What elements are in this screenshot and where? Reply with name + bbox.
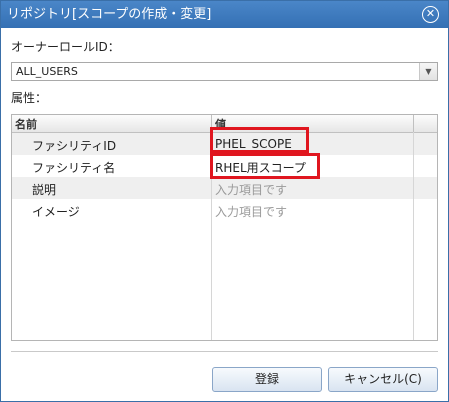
- column-divider[interactable]: [413, 115, 414, 132]
- close-icon[interactable]: ✕: [422, 6, 439, 23]
- column-gridline: [211, 132, 212, 340]
- row-name: 説明: [32, 183, 57, 197]
- row-name: ファシリティID: [32, 139, 117, 153]
- table-row[interactable]: 説明 入力項目です: [12, 177, 437, 199]
- table-row[interactable]: ファシリティ名 RHEL用スコープ: [12, 155, 437, 177]
- row-value-placeholder[interactable]: 入力項目です: [215, 181, 287, 198]
- column-gridline: [413, 132, 414, 340]
- table-row[interactable]: イメージ 入力項目です: [12, 199, 437, 221]
- row-name: ファシリティ名: [32, 161, 116, 175]
- column-header-name[interactable]: 名前: [15, 116, 37, 132]
- row-value[interactable]: PHEL_SCOPE: [215, 137, 292, 151]
- table-header: 名前 値: [12, 115, 437, 133]
- row-value[interactable]: RHEL用スコープ: [215, 159, 306, 176]
- owner-role-value: ALL_USERS: [16, 65, 78, 78]
- column-divider[interactable]: [211, 115, 212, 132]
- scope-dialog: リポジトリ[スコープの作成・変更] ✕ オーナーロールID： ALL_USERS…: [0, 0, 449, 402]
- attributes-label: 属性：: [11, 91, 48, 105]
- owner-role-select[interactable]: ALL_USERS ▼: [11, 62, 438, 81]
- row-value-placeholder[interactable]: 入力項目です: [215, 203, 287, 220]
- row-name: イメージ: [32, 205, 80, 219]
- register-button[interactable]: 登録: [212, 367, 322, 392]
- cancel-button[interactable]: キャンセル(C): [328, 367, 438, 392]
- attributes-table: 名前 値 ファシリティID PHEL_SCOPE ファシリティ名 RHEL用スコ…: [11, 114, 438, 341]
- column-header-value[interactable]: 値: [215, 116, 226, 132]
- table-row[interactable]: ファシリティID PHEL_SCOPE: [12, 133, 437, 155]
- dialog-title: リポジトリ[スコープの作成・変更]: [7, 7, 212, 22]
- footer-divider: [11, 351, 438, 352]
- chevron-down-icon[interactable]: ▼: [419, 63, 437, 80]
- dialog-titlebar[interactable]: リポジトリ[スコープの作成・変更] ✕: [1, 1, 448, 28]
- owner-role-label: オーナーロールID：: [11, 40, 120, 54]
